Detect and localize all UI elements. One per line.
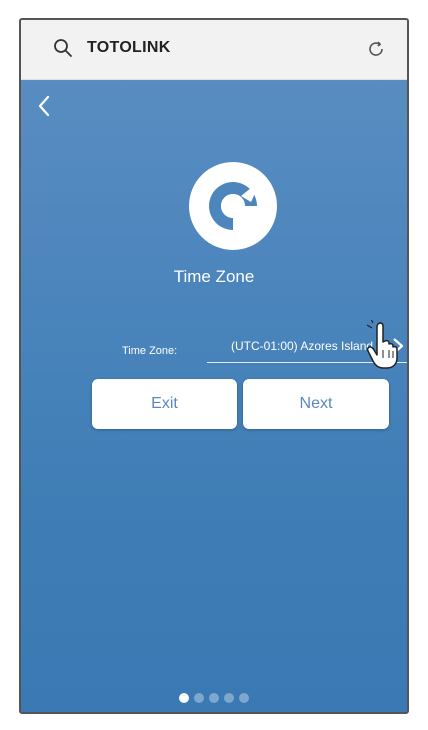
back-icon[interactable] bbox=[35, 94, 55, 118]
pagination-dots bbox=[21, 693, 407, 703]
pointing-hand-icon bbox=[366, 320, 398, 369]
search-icon bbox=[54, 39, 72, 57]
totolink-logo-icon bbox=[189, 162, 277, 250]
phone-screen: TOTOLINK Time Zone Time Zone: (UTC-01:00… bbox=[19, 18, 409, 714]
search-text: TOTOLINK bbox=[87, 39, 171, 56]
search-bar[interactable]: TOTOLINK bbox=[21, 20, 407, 80]
pagination-dot bbox=[239, 693, 249, 703]
pagination-dot bbox=[209, 693, 219, 703]
exit-button[interactable]: Exit bbox=[92, 379, 237, 429]
page-title: Time Zone bbox=[173, 267, 255, 286]
time-zone-value: (UTC-01:00) Azores Island bbox=[231, 339, 374, 353]
time-zone-label: Time Zone: bbox=[122, 345, 178, 357]
reload-icon[interactable] bbox=[367, 40, 385, 58]
pagination-dot bbox=[194, 693, 204, 703]
next-button[interactable]: Next bbox=[243, 379, 389, 429]
pagination-dot bbox=[179, 693, 189, 703]
pagination-dot bbox=[224, 693, 234, 703]
